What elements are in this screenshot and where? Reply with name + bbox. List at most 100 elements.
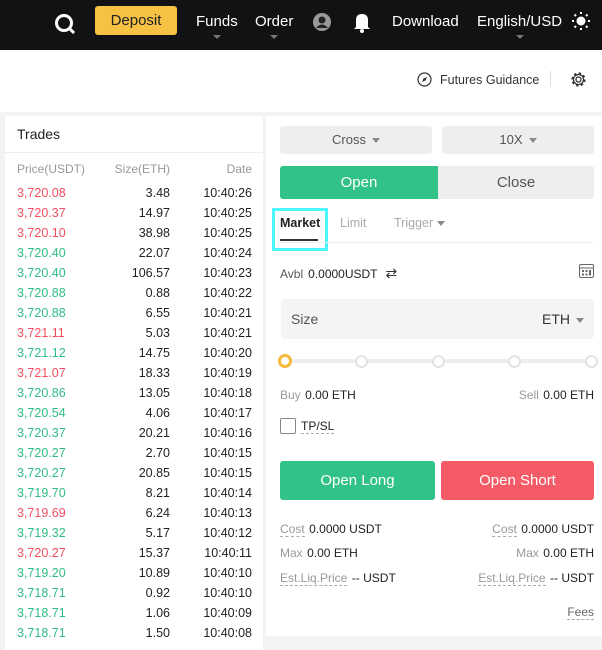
divider <box>550 71 551 87</box>
gear-icon[interactable] <box>570 71 587 88</box>
trade-size: 10.89 <box>138 566 170 580</box>
slider-mark-50[interactable] <box>432 355 445 368</box>
buy-label: Buy <box>280 388 301 402</box>
trade-row: 3,720.10 38.98 10:40:25 <box>5 226 263 246</box>
leverage-select[interactable]: 10X <box>442 126 594 154</box>
sun-icon[interactable] <box>572 12 590 30</box>
sell-label: Sell <box>518 388 539 402</box>
close-tab[interactable]: Close <box>438 166 594 199</box>
trade-price: 3,718.71 <box>17 606 66 620</box>
open-short-button[interactable]: Open Short <box>441 461 594 500</box>
size-slider-handle[interactable] <box>278 354 292 368</box>
liq-value: -- USDT <box>351 571 396 585</box>
trade-row: 3,721.11 5.03 10:40:21 <box>5 326 263 346</box>
trade-price: 3,719.69 <box>17 506 66 520</box>
tab-market[interactable]: Market <box>280 216 320 241</box>
open-long-button[interactable]: Open Long <box>280 461 435 500</box>
trade-size: 5.03 <box>145 326 170 340</box>
order-panel: Cross 10X Open Close Market Limit Trigge… <box>266 116 602 636</box>
trade-price: 3,720.54 <box>17 406 66 420</box>
avbl-value: 0.0000USDT <box>308 266 378 281</box>
chevron-down-icon <box>515 35 524 39</box>
tpsl-checkbox[interactable] <box>280 418 296 434</box>
trade-time: 10:40:11 <box>204 546 252 560</box>
trade-time: 10:40:15 <box>203 466 252 480</box>
trade-time: 10:40:12 <box>203 526 252 540</box>
trade-price: 3,721.12 <box>17 346 66 360</box>
trade-size: 1.50 <box>145 626 170 640</box>
margin-mode-select[interactable]: Cross <box>280 126 432 154</box>
fees-link[interactable]: Fees <box>567 605 594 620</box>
trade-row: 3,720.40 22.07 10:40:24 <box>5 246 263 266</box>
size-input[interactable]: Size ETH <box>281 299 594 339</box>
trade-row: 3,720.27 15.37 10:40:11 <box>5 546 263 566</box>
liq-label[interactable]: Est.Liq.Price <box>478 571 546 586</box>
trade-size: 106.57 <box>131 266 170 280</box>
funds-menu[interactable]: Funds <box>196 13 238 39</box>
trades-panel: Trades Price(USDT) Size(ETH) Date 3,720.08… <box>5 116 263 650</box>
trade-row: 3,721.07 18.33 10:40:19 <box>5 366 263 386</box>
trade-row: 3,718.71 0.92 10:40:10 <box>5 586 263 606</box>
download-link[interactable]: Download <box>392 13 459 30</box>
trade-row: 3,719.70 8.21 10:40:14 <box>5 486 263 506</box>
bell-icon[interactable] <box>353 11 371 33</box>
cost-label[interactable]: Cost <box>492 522 517 537</box>
order-label: Order <box>255 13 294 30</box>
sub-header: Futures Guidance <box>0 50 602 112</box>
language-currency-menu[interactable]: English/USD <box>477 13 562 39</box>
max-value: 0.00 ETH <box>543 546 594 560</box>
tab-trigger[interactable]: Trigger <box>394 216 446 230</box>
trade-row: 3,720.08 3.48 10:40:26 <box>5 186 263 206</box>
trade-size: 18.33 <box>138 366 170 380</box>
trade-row: 3,720.88 6.55 10:40:21 <box>5 306 263 326</box>
liq-label[interactable]: Est.Liq.Price <box>280 571 348 586</box>
long-max: Max 0.00 ETH <box>280 544 358 562</box>
trade-row: 3,720.40 106.57 10:40:23 <box>5 266 263 286</box>
trade-price: 3,718.71 <box>17 586 66 600</box>
user-icon[interactable] <box>312 12 332 32</box>
slider-mark-75[interactable] <box>508 355 521 368</box>
sell-amount: Sell 0.00 ETH <box>519 386 594 404</box>
calculator-icon[interactable] <box>579 264 594 278</box>
avbl-label: Avbl <box>280 266 304 281</box>
trade-size: 13.05 <box>138 386 170 400</box>
trade-time: 10:40:22 <box>203 286 252 300</box>
transfer-icon[interactable]: ⇄ <box>386 265 398 282</box>
trade-size: 0.88 <box>145 286 170 300</box>
column-header-date: Date <box>226 162 252 176</box>
trade-time: 10:40:19 <box>203 366 252 380</box>
column-header-price: Price(USDT) <box>17 162 85 176</box>
divider <box>280 242 594 243</box>
slider-mark-100[interactable] <box>585 355 598 368</box>
long-cost: Cost 0.0000 USDT <box>280 520 382 538</box>
trade-size: 6.55 <box>145 306 170 320</box>
trade-row: 3,719.20 10.89 10:40:10 <box>5 566 263 586</box>
deposit-button[interactable]: Deposit <box>95 6 177 35</box>
trade-row: 3,720.27 20.85 10:40:15 <box>5 466 263 486</box>
trade-price: 3,720.40 <box>17 266 66 280</box>
slider-mark-25[interactable] <box>355 355 368 368</box>
futures-guidance-link[interactable]: Futures Guidance <box>417 72 539 87</box>
order-menu[interactable]: Order <box>255 13 294 39</box>
trade-size: 3.48 <box>145 186 170 200</box>
size-unit-select[interactable]: ETH <box>542 311 584 327</box>
search-icon[interactable] <box>54 13 76 35</box>
trade-time: 10:40:18 <box>203 386 252 400</box>
tab-limit[interactable]: Limit <box>340 216 366 230</box>
cost-label[interactable]: Cost <box>280 522 305 537</box>
trade-price: 3,720.37 <box>17 426 66 440</box>
chevron-down-icon <box>371 138 380 144</box>
trade-price: 3,720.40 <box>17 246 66 260</box>
trade-price: 3,720.10 <box>17 226 66 240</box>
trade-price: 3,720.37 <box>17 206 66 220</box>
top-navbar: Deposit Funds Order Download English/USD <box>0 0 602 50</box>
chevron-down-icon <box>528 138 537 144</box>
trade-time: 10:40:16 <box>203 426 252 440</box>
tab-trigger-label: Trigger <box>394 216 434 230</box>
open-tab[interactable]: Open <box>280 166 438 199</box>
trade-size: 22.07 <box>138 246 170 260</box>
tpsl-label[interactable]: TP/SL <box>301 419 335 434</box>
size-placeholder: Size <box>291 311 319 327</box>
divider <box>5 152 263 153</box>
trade-row: 3,718.71 1.50 10:40:08 <box>5 626 263 646</box>
